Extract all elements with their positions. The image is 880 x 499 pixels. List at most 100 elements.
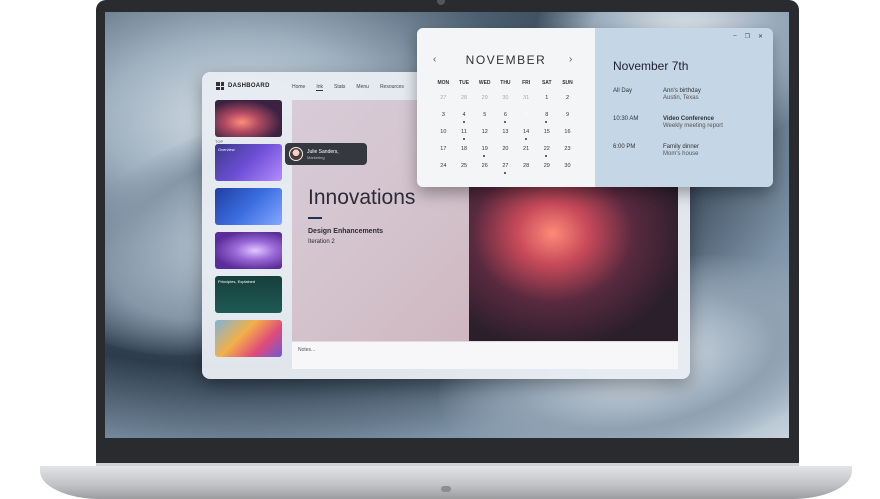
calendar-day[interactable]: 21 (516, 145, 537, 162)
nav-item-resources[interactable]: Resources (380, 84, 404, 91)
calendar-day[interactable]: 5 (474, 111, 495, 128)
calendar-day[interactable]: 12 (474, 128, 495, 145)
dashboard-logo-label: DASHBOARD (228, 83, 270, 89)
weekday-header: MON TUE WED THU FRI SAT SUN (433, 80, 578, 86)
event-location: Weekly meeting report (663, 123, 723, 129)
event-location: Mom's house (663, 151, 699, 157)
thumbnail-overview[interactable]: Overview (215, 144, 282, 181)
thumbnail-1[interactable] (215, 100, 282, 137)
hero-iteration: Iteration 2 (308, 239, 335, 245)
hero-subtitle: Design Enhancements (308, 228, 384, 235)
event-dot (545, 155, 548, 157)
calendar-day[interactable]: 25 (454, 162, 475, 179)
thumbnail-3[interactable] (215, 188, 282, 225)
calendar-day[interactable]: 24 (433, 162, 454, 179)
calendar-day[interactable]: 9 (557, 111, 578, 128)
lid-notch (441, 486, 451, 492)
calendar-day[interactable]: 19 (474, 145, 495, 162)
calendar-window[interactable]: ‹ NOVEMBER › MON TUE WED THU FRI SAT SUN… (417, 28, 773, 187)
event-title: Ann's birthday (663, 88, 701, 94)
thumbnail-list: Overview Principles, Explained (215, 100, 282, 364)
event-time: All Day (613, 88, 633, 94)
event-time: 10:30 AM (613, 116, 639, 122)
user-role: Marketing (307, 154, 325, 160)
hero-title: Innovations (308, 186, 416, 209)
thumbnail-4[interactable] (215, 232, 282, 269)
calendar-day[interactable]: 10 (433, 128, 454, 145)
restore-icon[interactable]: ❐ (745, 33, 750, 40)
calendar-day[interactable]: 15 (536, 128, 557, 145)
calendar-day[interactable]: 30 (495, 94, 516, 111)
event-dot (483, 155, 486, 157)
notes-input[interactable]: Notes... (292, 341, 678, 369)
chevron-right-icon[interactable]: › (569, 54, 572, 65)
event-location: Austin, Texas (663, 95, 699, 101)
calendar-month-panel: ‹ NOVEMBER › MON TUE WED THU FRI SAT SUN… (417, 28, 595, 187)
weekday-label: WED (478, 80, 491, 86)
calendar-day[interactable]: 28 (454, 94, 475, 111)
calendar-day[interactable]: 14 (516, 128, 537, 145)
event-dot (504, 121, 507, 123)
event-dot (524, 138, 527, 140)
calendar-day[interactable]: 31 (516, 94, 537, 111)
avatar (289, 147, 303, 161)
hero-image (469, 162, 678, 341)
top-nav: Home Ink Stats Menu Resources (292, 84, 404, 91)
calendar-day[interactable]: 1 (536, 94, 557, 111)
calendar-agenda-panel: – ❐ ✕ November 7th All Day Ann's birthda… (595, 28, 773, 187)
thumbnail-principles[interactable]: Principles, Explained (215, 276, 282, 313)
calendar-day[interactable]: 22 (536, 145, 557, 162)
calendar-day[interactable]: 3 (433, 111, 454, 128)
calendar-day-selected[interactable]: 7 (516, 109, 537, 128)
nav-item-ink[interactable]: Ink (316, 84, 324, 91)
hero-divider (308, 217, 322, 219)
user-name: Julie Sanders, (307, 148, 339, 155)
event-list: All Day Ann's birthday Austin, Texas 10:… (613, 88, 773, 172)
calendar-day[interactable]: 13 (495, 128, 516, 145)
minimize-icon[interactable]: – (733, 33, 736, 40)
calendar-day[interactable]: 6 (495, 111, 516, 128)
weekday-label: FRI (522, 80, 531, 86)
event-item[interactable]: All Day Ann's birthday Austin, Texas (613, 88, 773, 116)
agenda-date: November 7th (613, 59, 689, 73)
dashboard-logo[interactable]: DASHBOARD (216, 82, 270, 90)
thumbnail-label: Overview (218, 147, 235, 152)
grid-icon (216, 82, 224, 90)
event-item[interactable]: 6:00 PM Family dinner Mom's house (613, 144, 773, 172)
calendar-day[interactable]: 27 (495, 162, 516, 179)
calendar-day[interactable]: 23 (557, 145, 578, 162)
event-title: Family dinner (663, 144, 700, 150)
thumbnail-6[interactable] (215, 320, 282, 357)
laptop-base (40, 466, 852, 499)
calendar-day[interactable]: 30 (557, 162, 578, 179)
event-dot (504, 172, 507, 174)
event-time: 6:00 PM (613, 144, 636, 150)
calendar-day[interactable]: 4 (454, 111, 475, 128)
calendar-day[interactable]: 16 (557, 128, 578, 145)
nav-item-stats[interactable]: Stats (334, 84, 345, 91)
calendar-day[interactable]: 28 (516, 162, 537, 179)
calendar-day[interactable]: 29 (536, 162, 557, 179)
calendar-day[interactable]: 27 (433, 94, 454, 111)
window-controls: – ❐ ✕ (733, 33, 763, 40)
day-grid: 27 28 29 30 31 1 2 3 4 5 6 7 8 9 10 11 12 13 14 15 16 17 18 19 2… (433, 94, 578, 179)
thumbnail-section-label: TOP (215, 139, 224, 144)
calendar-day[interactable]: 29 (474, 94, 495, 111)
calendar-day[interactable]: 8 (536, 111, 557, 128)
calendar-day[interactable]: 26 (474, 162, 495, 179)
weekday-label: TUE (459, 80, 470, 86)
close-icon[interactable]: ✕ (758, 33, 763, 40)
calendar-day[interactable]: 11 (454, 128, 475, 145)
nav-item-menu[interactable]: Menu (356, 84, 369, 91)
calendar-day[interactable]: 20 (495, 145, 516, 162)
event-item[interactable]: 10:30 AM Video Conference Weekly meeting… (613, 116, 773, 144)
notes-placeholder: Notes... (298, 347, 316, 353)
calendar-day[interactable]: 18 (454, 145, 475, 162)
calendar-day[interactable]: 17 (433, 145, 454, 162)
event-dot (462, 121, 465, 123)
desktop-screen: DASHBOARD Home Ink Stats Menu Resources … (105, 12, 789, 438)
nav-item-home[interactable]: Home (292, 84, 305, 91)
calendar-day[interactable]: 2 (557, 94, 578, 111)
event-dot (462, 138, 465, 140)
user-card[interactable]: Julie Sanders, Marketing (285, 143, 367, 165)
